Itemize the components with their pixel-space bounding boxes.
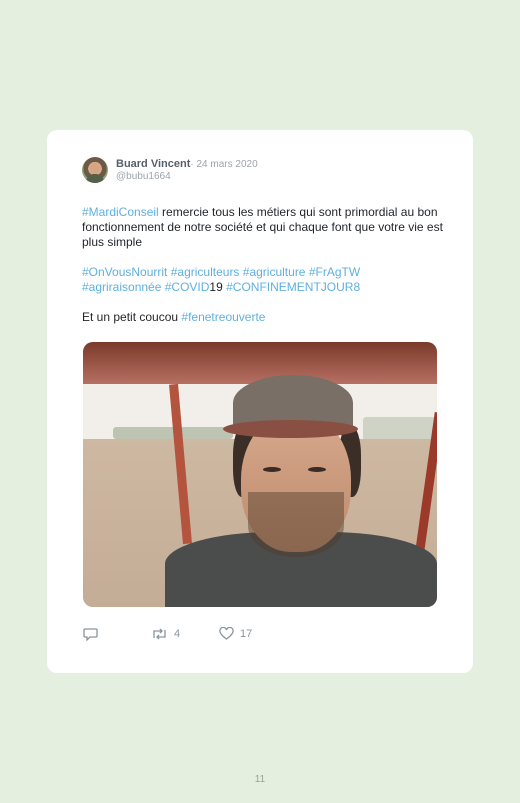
photo-eye-right	[308, 467, 326, 472]
hashtag-agriculteurs[interactable]: #agriculteurs	[171, 265, 240, 279]
page-number: 11	[254, 774, 266, 785]
hashtag-agriculture[interactable]: #agriculture	[243, 265, 306, 279]
like-button[interactable]: 17	[219, 627, 252, 641]
photo-cab-roof	[83, 342, 437, 384]
retweet-count: 4	[174, 628, 181, 640]
avatar-body	[86, 174, 104, 183]
hashtag-onvousnourrit[interactable]: #OnVousNourrit	[82, 265, 167, 279]
hashtag-fenetreouverte[interactable]: #fenetreouverte	[181, 310, 265, 324]
tweet-paragraph-3: Et un petit coucou #fenetreouverte	[82, 310, 447, 325]
photo-eye-left	[263, 467, 281, 472]
author-handle[interactable]: @bubu1664	[116, 171, 171, 182]
hashtag-fragtw[interactable]: #FrAgTW	[309, 265, 360, 279]
like-count: 17	[240, 628, 253, 640]
reply-button[interactable]	[83, 627, 98, 641]
photo-cap-brim	[223, 420, 358, 438]
author-line: Buard Vincent· 24 mars 2020	[116, 158, 258, 170]
hashtag-covid[interactable]: #COVID	[165, 280, 210, 294]
tweet-paragraph-1: #MardiConseil remercie tous les métiers …	[82, 205, 447, 250]
avatar[interactable]	[82, 157, 108, 183]
heart-icon	[219, 627, 234, 640]
author-name[interactable]: Buard Vincent	[116, 158, 190, 170]
tweet-photo[interactable]	[83, 342, 437, 607]
photo-beard	[248, 492, 344, 557]
tweet-text: #MardiConseil remercie tous les métiers …	[82, 205, 447, 340]
tweet-actions: 4 17	[83, 627, 443, 645]
tweet-date: · 24 mars 2020	[190, 159, 258, 170]
reply-icon	[83, 628, 98, 641]
hashtag-agriraisonnee[interactable]: #agriraisonnée	[82, 280, 161, 294]
paragraph-3-text: Et un petit coucou	[82, 310, 182, 324]
covid-suffix: 19	[209, 280, 227, 294]
retweet-icon	[153, 628, 166, 640]
tweet-paragraph-2: #OnVousNourrit #agriculteurs #agricultur…	[82, 265, 447, 295]
tweet-card: Buard Vincent· 24 mars 2020 @bubu1664 #M…	[47, 130, 473, 673]
hashtag-mardiconseil[interactable]: #MardiConseil	[82, 205, 159, 219]
retweet-button[interactable]: 4	[151, 627, 180, 641]
hashtag-confinementjour8[interactable]: #CONFINEMENTJOUR8	[226, 280, 360, 294]
